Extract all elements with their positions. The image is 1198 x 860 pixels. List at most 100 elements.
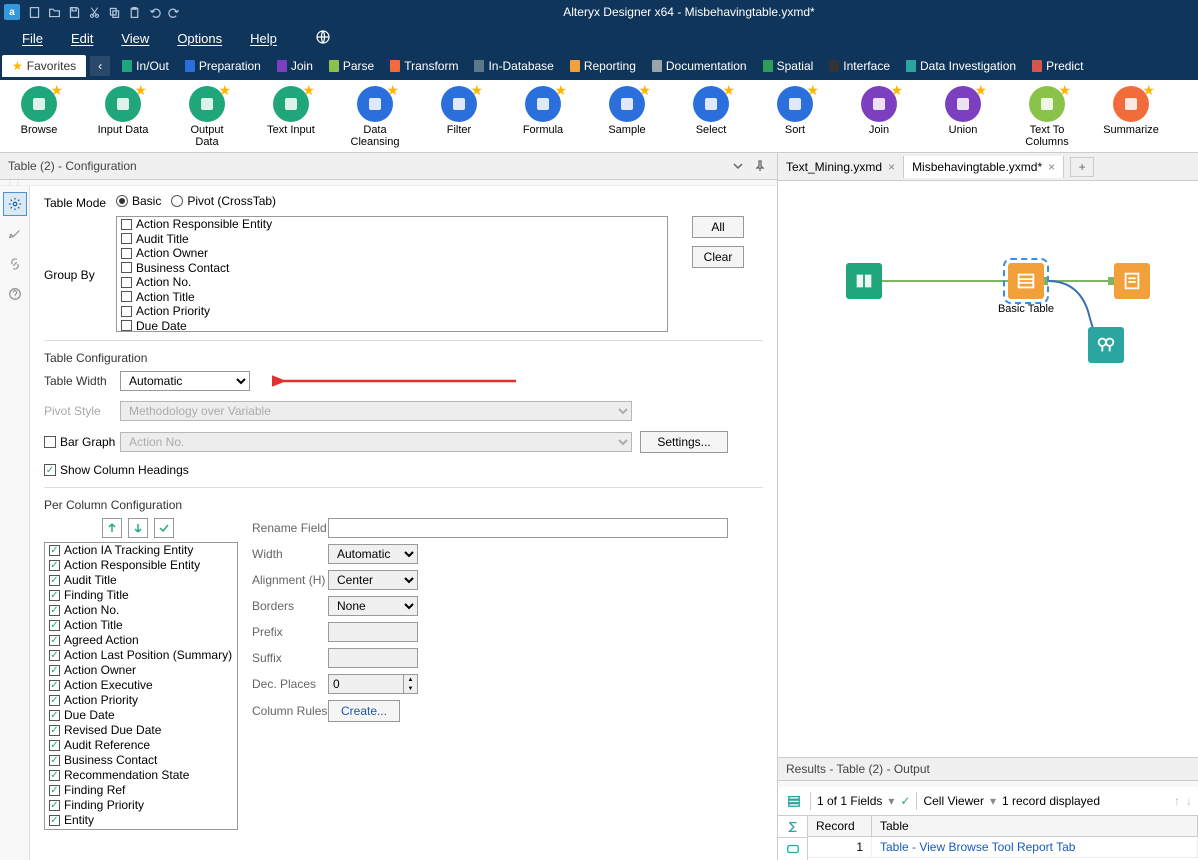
tool-sort[interactable]: ★Sort bbox=[766, 86, 824, 148]
list-item[interactable]: Due Date bbox=[45, 708, 237, 723]
col-record[interactable]: Record bbox=[808, 816, 872, 836]
sigma-icon[interactable] bbox=[778, 816, 807, 838]
category-indatabase[interactable]: In-Database bbox=[466, 55, 561, 77]
workflow-canvas[interactable]: Basic Table bbox=[778, 181, 1198, 757]
paste-icon[interactable] bbox=[124, 2, 144, 22]
list-item[interactable]: Recommendation State bbox=[45, 768, 237, 783]
tool-datacleansing[interactable]: ★Data Cleansing bbox=[346, 86, 404, 148]
tab-favorites[interactable]: ★ Favorites bbox=[2, 55, 86, 77]
list-item[interactable]: Action No. bbox=[117, 275, 667, 290]
close-icon[interactable]: × bbox=[1048, 160, 1055, 174]
tool-select[interactable]: ★Select bbox=[682, 86, 740, 148]
list-item[interactable]: Audit Title bbox=[117, 232, 667, 247]
list-item[interactable]: Finding Priority bbox=[45, 798, 237, 813]
list-item[interactable]: Entity bbox=[45, 813, 237, 828]
list-item[interactable]: Action Priority bbox=[117, 304, 667, 319]
list-item[interactable]: Action Last Position (Summary) bbox=[45, 648, 237, 663]
create-rules-button[interactable]: Create... bbox=[328, 700, 400, 722]
menu-file[interactable]: File bbox=[8, 27, 57, 50]
globe-icon[interactable] bbox=[301, 25, 345, 52]
col-align-select[interactable]: Center bbox=[328, 570, 418, 590]
list-item[interactable]: Action No. bbox=[45, 603, 237, 618]
category-inout[interactable]: In/Out bbox=[114, 55, 177, 77]
list-item[interactable]: Audit Reference bbox=[45, 738, 237, 753]
suffix-input[interactable] bbox=[328, 648, 418, 668]
cell-table-link[interactable]: Table - View Browse Tool Report Tab bbox=[872, 837, 1198, 857]
settings-button[interactable]: Settings... bbox=[640, 431, 728, 453]
list-item[interactable]: Action IA Tracking Entity bbox=[45, 543, 237, 558]
tool-join[interactable]: ★Join bbox=[850, 86, 908, 148]
move-down-button[interactable] bbox=[128, 518, 148, 538]
redo-icon[interactable] bbox=[164, 2, 184, 22]
table-width-select[interactable]: Automatic bbox=[120, 371, 250, 391]
category-documentation[interactable]: Documentation bbox=[644, 55, 755, 77]
list-item[interactable]: Action Owner bbox=[45, 663, 237, 678]
save-icon[interactable] bbox=[64, 2, 84, 22]
menu-view[interactable]: View bbox=[107, 27, 163, 50]
node-browse[interactable] bbox=[1088, 327, 1124, 363]
move-up-button[interactable] bbox=[102, 518, 122, 538]
cut-icon[interactable] bbox=[84, 2, 104, 22]
group-by-listbox[interactable]: Action Responsible EntityAudit Title Acti… bbox=[116, 216, 668, 332]
all-button[interactable]: All bbox=[692, 216, 744, 238]
list-item[interactable]: Action Title bbox=[117, 290, 667, 305]
tool-formula[interactable]: ★Formula bbox=[514, 86, 572, 148]
category-spatial[interactable]: Spatial bbox=[755, 55, 822, 77]
tab-text-mining[interactable]: Text_Mining.yxmd × bbox=[778, 156, 904, 178]
column-listbox[interactable]: Action IA Tracking EntityAction Responsi… bbox=[44, 542, 238, 830]
close-icon[interactable]: × bbox=[888, 160, 895, 174]
prefix-input[interactable] bbox=[328, 622, 418, 642]
config-tab-annotation[interactable] bbox=[3, 222, 27, 246]
up-arrow-icon[interactable]: ↑ bbox=[1174, 794, 1180, 808]
list-item[interactable]: Additional Reporting Entities bbox=[45, 828, 237, 830]
list-item[interactable]: Business Contact bbox=[117, 261, 667, 276]
node-basic-table[interactable] bbox=[1008, 263, 1044, 299]
config-tab-link[interactable] bbox=[3, 252, 27, 276]
menu-options[interactable]: Options bbox=[163, 27, 236, 50]
col-table[interactable]: Table bbox=[872, 816, 1198, 836]
category-parse[interactable]: Parse bbox=[321, 55, 382, 77]
down-arrow-icon[interactable]: ↓ bbox=[1186, 794, 1192, 808]
list-item[interactable]: Audit Title bbox=[45, 573, 237, 588]
list-item[interactable]: Finding Title bbox=[45, 588, 237, 603]
clear-button[interactable]: Clear bbox=[692, 246, 744, 268]
node-input[interactable] bbox=[846, 263, 882, 299]
category-join[interactable]: Join bbox=[269, 55, 321, 77]
dec-spinner[interactable]: ▲▼ bbox=[404, 674, 418, 694]
new-icon[interactable] bbox=[24, 2, 44, 22]
tool-outputdata[interactable]: ★Output Data bbox=[178, 86, 236, 148]
config-tab-help[interactable] bbox=[3, 282, 27, 306]
menu-help[interactable]: Help bbox=[236, 27, 291, 50]
category-datainvestigation[interactable]: Data Investigation bbox=[898, 55, 1024, 77]
list-item[interactable]: Action Priority bbox=[45, 693, 237, 708]
row-icon[interactable] bbox=[778, 838, 807, 860]
col-borders-select[interactable]: None bbox=[328, 596, 418, 616]
check-button[interactable] bbox=[154, 518, 174, 538]
collapse-icon[interactable] bbox=[729, 157, 747, 175]
list-item[interactable]: Action Title bbox=[45, 618, 237, 633]
dec-input[interactable] bbox=[328, 674, 404, 694]
node-render[interactable] bbox=[1114, 263, 1150, 299]
show-headings-checkbox[interactable] bbox=[44, 464, 56, 476]
rename-input[interactable] bbox=[328, 518, 728, 538]
tool-texttocolumns[interactable]: ★Text To Columns bbox=[1018, 86, 1076, 148]
radio-pivot[interactable]: Pivot (CrossTab) bbox=[171, 194, 276, 208]
category-predict[interactable]: Predict bbox=[1024, 55, 1091, 77]
list-item[interactable]: Action Executive bbox=[45, 678, 237, 693]
menu-edit[interactable]: Edit bbox=[57, 27, 107, 50]
tool-textinput[interactable]: ★Text Input bbox=[262, 86, 320, 148]
list-item[interactable]: Action Responsible Entity bbox=[45, 558, 237, 573]
list-item[interactable]: Agreed Action bbox=[45, 633, 237, 648]
radio-basic[interactable]: Basic bbox=[116, 194, 161, 208]
list-item[interactable]: Business Contact bbox=[45, 753, 237, 768]
check-icon[interactable]: ✓ bbox=[900, 794, 910, 808]
tool-union[interactable]: ★Union bbox=[934, 86, 992, 148]
tool-inputdata[interactable]: ★Input Data bbox=[94, 86, 152, 148]
category-reporting[interactable]: Reporting bbox=[562, 55, 644, 77]
category-preparation[interactable]: Preparation bbox=[177, 55, 269, 77]
list-item[interactable]: Due Date bbox=[117, 319, 667, 333]
col-width-select[interactable]: Automatic bbox=[328, 544, 418, 564]
list-item[interactable]: Action Responsible Entity bbox=[117, 217, 667, 232]
tab-misbehaving[interactable]: Misbehavingtable.yxmd* × bbox=[904, 156, 1064, 178]
bar-graph-checkbox[interactable] bbox=[44, 436, 56, 448]
